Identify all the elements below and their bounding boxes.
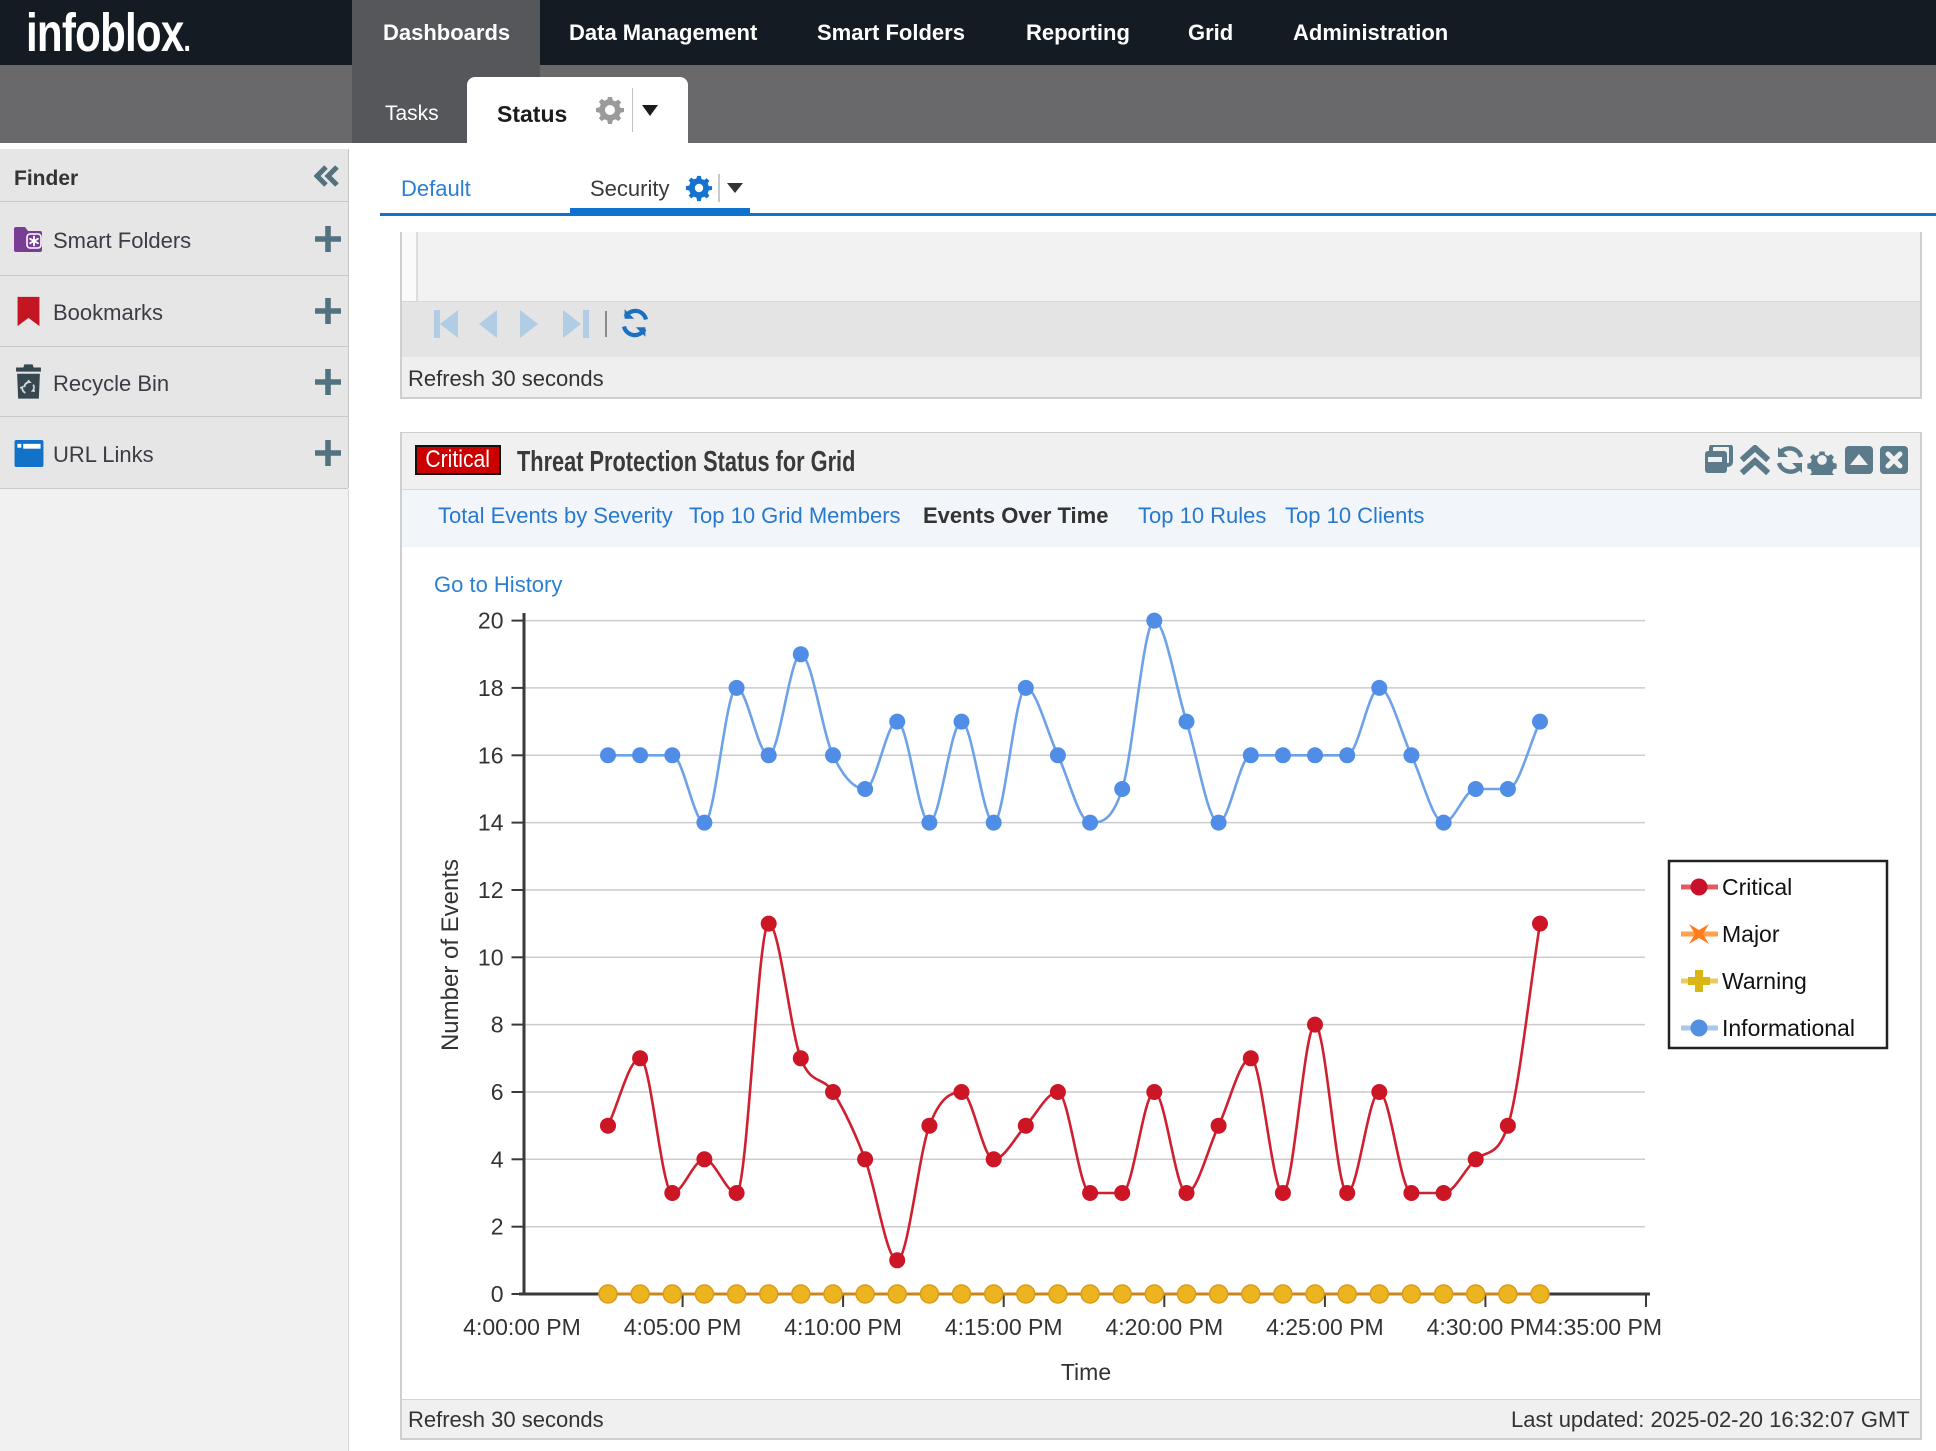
svg-text:14: 14	[478, 810, 504, 836]
svg-text:4: 4	[491, 1146, 504, 1172]
svg-text:4:10:00 PM: 4:10:00 PM	[784, 1314, 902, 1340]
svg-text:4:15:00 PM: 4:15:00 PM	[945, 1314, 1063, 1340]
svg-text:6: 6	[491, 1079, 504, 1105]
svg-text:16: 16	[478, 742, 504, 768]
svg-text:Time: Time	[1061, 1359, 1111, 1385]
svg-text:4:05:00 PM: 4:05:00 PM	[624, 1314, 742, 1340]
svg-text:4:30:00 PM: 4:30:00 PM	[1427, 1314, 1545, 1340]
svg-text:18: 18	[478, 675, 504, 701]
svg-text:Critical: Critical	[1722, 874, 1792, 900]
svg-text:Informational: Informational	[1722, 1015, 1855, 1041]
svg-text:Number of Events: Number of Events	[437, 859, 464, 1051]
svg-text:4:25:00 PM: 4:25:00 PM	[1266, 1314, 1384, 1340]
svg-text:Major: Major	[1722, 921, 1780, 947]
svg-text:0: 0	[491, 1281, 504, 1307]
svg-text:10: 10	[478, 944, 504, 970]
svg-text:20: 20	[478, 608, 504, 634]
svg-text:12: 12	[478, 877, 504, 903]
svg-text:4:00:00 PM: 4:00:00 PM	[463, 1314, 581, 1340]
svg-text:4:20:00 PM: 4:20:00 PM	[1105, 1314, 1223, 1340]
svg-text:Warning: Warning	[1722, 968, 1807, 994]
svg-text:2: 2	[491, 1214, 504, 1240]
svg-text:8: 8	[491, 1012, 504, 1038]
svg-text:4:35:00 PM: 4:35:00 PM	[1544, 1314, 1662, 1340]
